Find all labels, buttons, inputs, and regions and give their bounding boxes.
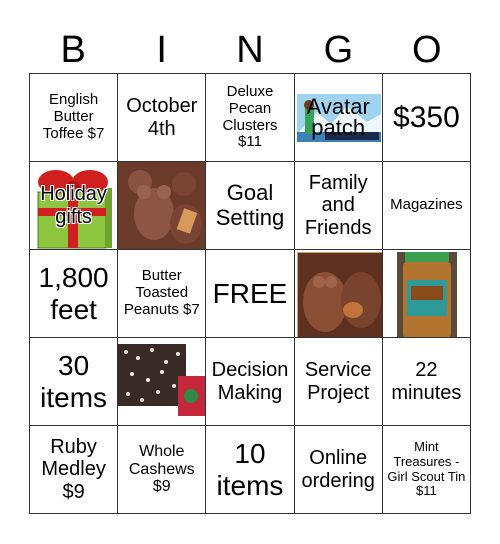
cell-text: Online ordering <box>301 447 375 492</box>
bingo-cell[interactable]: 22 minutes <box>382 338 471 426</box>
header-letter-n: N <box>236 29 264 71</box>
bingo-cell[interactable]: Family and Friends <box>294 162 383 250</box>
cell-text: 30 items <box>40 350 108 413</box>
bingo-cell[interactable] <box>118 338 207 426</box>
bingo-cell[interactable]: Avatar patch <box>294 74 383 162</box>
bingo-header: B I N G O <box>29 28 471 72</box>
cell-text: 22 minutes <box>391 359 462 404</box>
cell-text: Avatar patch <box>306 93 370 140</box>
chocolate-owls-image <box>296 252 382 337</box>
cell-text: Holiday gifts <box>40 183 107 228</box>
cell-text: Family and Friends <box>304 171 372 239</box>
peppermint-pretzels-image <box>118 344 206 416</box>
bingo-cell[interactable]: Online ordering <box>294 426 383 514</box>
bingo-cell[interactable]: October 4th <box>118 74 207 162</box>
cell-text: 10 items <box>216 438 284 501</box>
cell-text: Mint Treasures - Girl Scout Tin $11 <box>387 439 466 499</box>
bingo-cell[interactable]: Decision Making <box>206 338 295 426</box>
bingo-cell[interactable]: $350 <box>382 74 471 162</box>
header-letter-o: O <box>412 29 442 71</box>
cell-text: Butter Toasted Peanuts $7 <box>123 267 200 318</box>
bingo-cell[interactable] <box>118 162 207 250</box>
bingo-cell[interactable]: Goal Setting <box>206 162 295 250</box>
cell-text: Goal Setting <box>215 179 285 230</box>
cell-text: October 4th <box>126 95 198 140</box>
header-letter-i: I <box>156 29 167 71</box>
cell-text: Service Project <box>304 359 372 404</box>
bingo-cell[interactable]: Whole Cashews $9 <box>118 426 207 514</box>
bingo-cell[interactable] <box>382 250 471 338</box>
nut-jar-image <box>396 252 457 337</box>
bingo-cell[interactable]: Service Project <box>294 338 383 426</box>
bingo-cell[interactable]: English Butter Toffee $7 <box>30 74 119 162</box>
bingo-cell[interactable]: 10 items <box>206 426 295 514</box>
bingo-cell[interactable]: Mint Treasures - Girl Scout Tin $11 <box>382 426 471 514</box>
bingo-cell[interactable]: Deluxe Pecan Clusters $11 <box>206 74 295 162</box>
bingo-cell[interactable]: Holiday gifts <box>30 162 119 250</box>
bingo-cell[interactable]: Magazines <box>382 162 471 250</box>
bingo-cell[interactable] <box>294 250 383 338</box>
cell-text: Magazines <box>390 196 463 214</box>
bingo-cell[interactable]: Ruby Medley $9 <box>30 426 119 514</box>
cell-text: Decision Making <box>211 359 289 404</box>
bingo-cell[interactable]: Butter Toasted Peanuts $7 <box>118 250 207 338</box>
cell-text: FREE <box>212 277 288 309</box>
cell-text: Deluxe Pecan Clusters $11 <box>222 82 278 151</box>
bingo-cell[interactable]: FREE <box>206 250 295 338</box>
cell-text: English Butter Toffee $7 <box>42 91 105 142</box>
cell-text: Ruby Medley $9 <box>41 435 106 503</box>
bingo-cell[interactable]: 1,800 feet <box>30 250 119 338</box>
header-letter-b: B <box>60 29 86 71</box>
cell-text: Whole Cashews $9 <box>128 442 195 496</box>
chocolate-bears-image <box>118 162 206 249</box>
bingo-cell[interactable]: 30 items <box>30 338 119 426</box>
cell-text: 1,800 feet <box>38 262 109 325</box>
cell-text: $350 <box>393 100 460 134</box>
header-letter-g: G <box>323 29 354 71</box>
bingo-grid: English Butter Toffee $7 October 4th Del… <box>29 73 471 514</box>
